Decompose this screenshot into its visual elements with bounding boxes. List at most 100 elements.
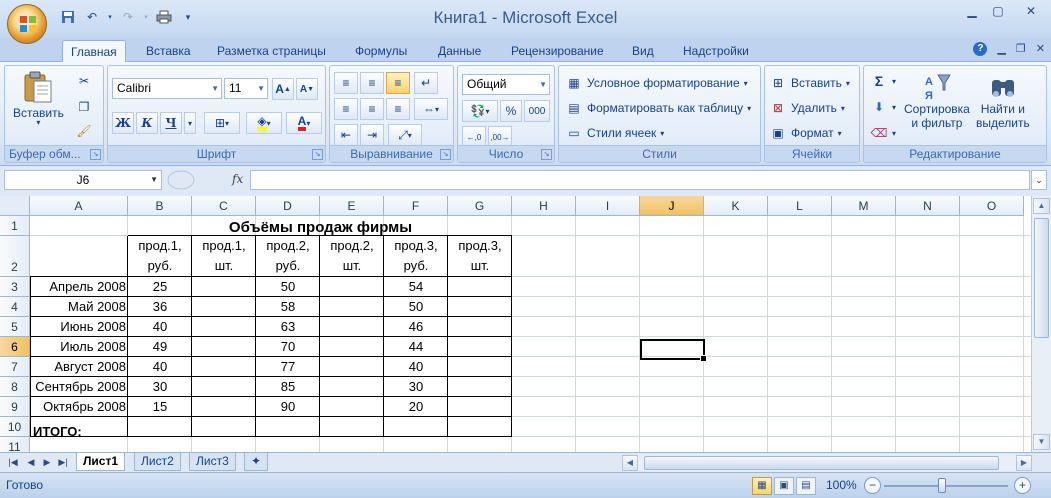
- page-break-view-icon[interactable]: ▤: [796, 477, 816, 495]
- number-format-select[interactable]: Общий ▼: [462, 74, 550, 95]
- decrease-indent-button[interactable]: ⇤: [334, 124, 358, 146]
- align-right-button[interactable]: ≡: [386, 98, 410, 120]
- insert-sheet-icon[interactable]: ✦: [244, 453, 268, 471]
- sheet-tab-1[interactable]: Лист1: [76, 453, 126, 471]
- table-cell[interactable]: 40: [384, 357, 448, 376]
- doc-restore-icon[interactable]: ❐: [1016, 42, 1026, 56]
- orientation-button[interactable]: ⤢ ▾: [388, 124, 422, 146]
- table-cell[interactable]: 25: [128, 277, 192, 296]
- tab-review[interactable]: Рецензирование: [503, 40, 612, 62]
- formula-input[interactable]: [250, 170, 1030, 190]
- align-bottom-button[interactable]: ≡: [386, 72, 410, 94]
- row-header-8[interactable]: 8: [0, 377, 30, 397]
- tab-data[interactable]: Данные: [430, 40, 489, 62]
- column-header-e[interactable]: E: [320, 196, 384, 216]
- increase-indent-button[interactable]: ⇥: [360, 124, 384, 146]
- table-cell[interactable]: 70: [256, 337, 320, 356]
- row-header-3[interactable]: 3: [0, 277, 30, 297]
- table-cell[interactable]: 40: [128, 357, 192, 376]
- table-cell[interactable]: Май 2008: [30, 297, 128, 316]
- number-launcher-icon[interactable]: ↘: [541, 149, 552, 160]
- maximize-icon[interactable]: ▢: [985, 0, 1011, 22]
- clipboard-launcher-icon[interactable]: ↘: [90, 149, 101, 160]
- table-cell[interactable]: 77: [256, 357, 320, 376]
- align-middle-button[interactable]: ≡: [360, 72, 384, 94]
- underline-button[interactable]: Ч: [160, 112, 182, 134]
- percent-button[interactable]: %: [500, 100, 522, 122]
- close-icon[interactable]: ✕: [1011, 0, 1051, 22]
- fill-button[interactable]: ⬇ ▾: [870, 98, 896, 116]
- clear-button[interactable]: ⌫ ▾: [870, 124, 897, 142]
- help-icon[interactable]: ?: [973, 42, 988, 56]
- italic-button[interactable]: К: [136, 112, 158, 134]
- column-header-c[interactable]: C: [192, 196, 256, 216]
- tab-formulas[interactable]: Формулы: [347, 40, 415, 62]
- column-header-m[interactable]: M: [832, 196, 896, 216]
- column-header-g[interactable]: G: [448, 196, 512, 216]
- table-cell[interactable]: 44: [384, 337, 448, 356]
- zoom-in-icon[interactable]: +: [1014, 477, 1031, 494]
- autosum-button[interactable]: Σ ▾: [870, 72, 896, 90]
- prev-sheet-icon[interactable]: ◀: [24, 455, 38, 469]
- currency-button[interactable]: 💱 ▾: [462, 100, 498, 122]
- insert-cells-button[interactable]: ⊞ Вставить ▾: [769, 74, 850, 92]
- alignment-launcher-icon[interactable]: ↘: [440, 149, 451, 160]
- wrap-text-button[interactable]: ↵: [414, 72, 438, 94]
- normal-view-icon[interactable]: ▦: [752, 477, 772, 495]
- tab-view[interactable]: Вид: [624, 40, 662, 62]
- row-header-9[interactable]: 9: [0, 397, 30, 417]
- row-header-4[interactable]: 4: [0, 297, 30, 317]
- table-cell[interactable]: 30: [384, 377, 448, 396]
- scroll-up-icon[interactable]: ▲: [1033, 198, 1050, 214]
- column-header-n[interactable]: N: [896, 196, 960, 216]
- name-box[interactable]: J6 ▼: [4, 170, 162, 190]
- row-header-5[interactable]: 5: [0, 317, 30, 337]
- grow-font-button[interactable]: A ▲: [272, 78, 294, 100]
- underline-dropdown-icon[interactable]: ▾: [184, 112, 196, 134]
- zoom-slider-track[interactable]: [884, 485, 1008, 487]
- table-cell[interactable]: 36: [128, 297, 192, 316]
- horizontal-scrollbar[interactable]: ◀ ▶: [622, 455, 1032, 471]
- select-all-corner[interactable]: [0, 196, 30, 216]
- column-header-k[interactable]: K: [704, 196, 768, 216]
- table-cell[interactable]: Сентябрь 2008: [30, 377, 128, 396]
- tab-home[interactable]: Главная: [62, 40, 126, 62]
- active-cell-j6[interactable]: [640, 339, 707, 362]
- table-cell[interactable]: Апрель 2008: [30, 277, 128, 296]
- paste-button[interactable]: Вставить ▾: [13, 70, 64, 127]
- zoom-slider-thumb[interactable]: [938, 478, 946, 493]
- scroll-right-icon[interactable]: ▶: [1016, 455, 1032, 471]
- row-header-7[interactable]: 7: [0, 357, 30, 377]
- tab-addins[interactable]: Надстройки: [675, 40, 757, 62]
- doc-minimize-icon[interactable]: ▁: [997, 42, 1005, 56]
- next-sheet-icon[interactable]: ▶: [40, 455, 54, 469]
- column-header-d[interactable]: D: [256, 196, 320, 216]
- align-left-button[interactable]: ≡: [334, 98, 358, 120]
- row-header-11[interactable]: 11: [0, 437, 30, 452]
- zoom-level[interactable]: 100%: [826, 478, 857, 492]
- horizontal-scroll-thumb[interactable]: [644, 456, 999, 470]
- table-cell[interactable]: 46: [384, 317, 448, 336]
- column-header-o[interactable]: O: [960, 196, 1024, 216]
- column-header-i[interactable]: I: [576, 196, 640, 216]
- row-header-10[interactable]: 10: [0, 417, 30, 437]
- column-header-a[interactable]: A: [30, 196, 128, 216]
- align-top-button[interactable]: ≡: [334, 72, 358, 94]
- vertical-scroll-thumb[interactable]: [1034, 218, 1049, 338]
- column-header-l[interactable]: L: [768, 196, 832, 216]
- vertical-scrollbar[interactable]: ▲ ▼: [1031, 196, 1051, 452]
- scroll-down-icon[interactable]: ▼: [1033, 434, 1050, 450]
- table-cell[interactable]: 90: [256, 397, 320, 416]
- office-button[interactable]: [7, 4, 47, 44]
- format-painter-icon[interactable]: 🖌: [75, 122, 93, 140]
- font-size-select[interactable]: 11 ▼: [224, 78, 268, 99]
- first-sheet-icon[interactable]: |◀: [6, 455, 20, 469]
- column-header-b[interactable]: B: [128, 196, 192, 216]
- column-header-j[interactable]: J: [640, 196, 704, 216]
- insert-function-icon[interactable]: fx: [232, 172, 243, 186]
- table-cell[interactable]: 85: [256, 377, 320, 396]
- sheet-tab-3[interactable]: Лист3: [189, 453, 236, 471]
- sheet-tab-2[interactable]: Лист2: [134, 453, 181, 471]
- shrink-font-button[interactable]: A ▼: [296, 78, 318, 100]
- paste-dropdown-icon[interactable]: ▾: [36, 118, 40, 127]
